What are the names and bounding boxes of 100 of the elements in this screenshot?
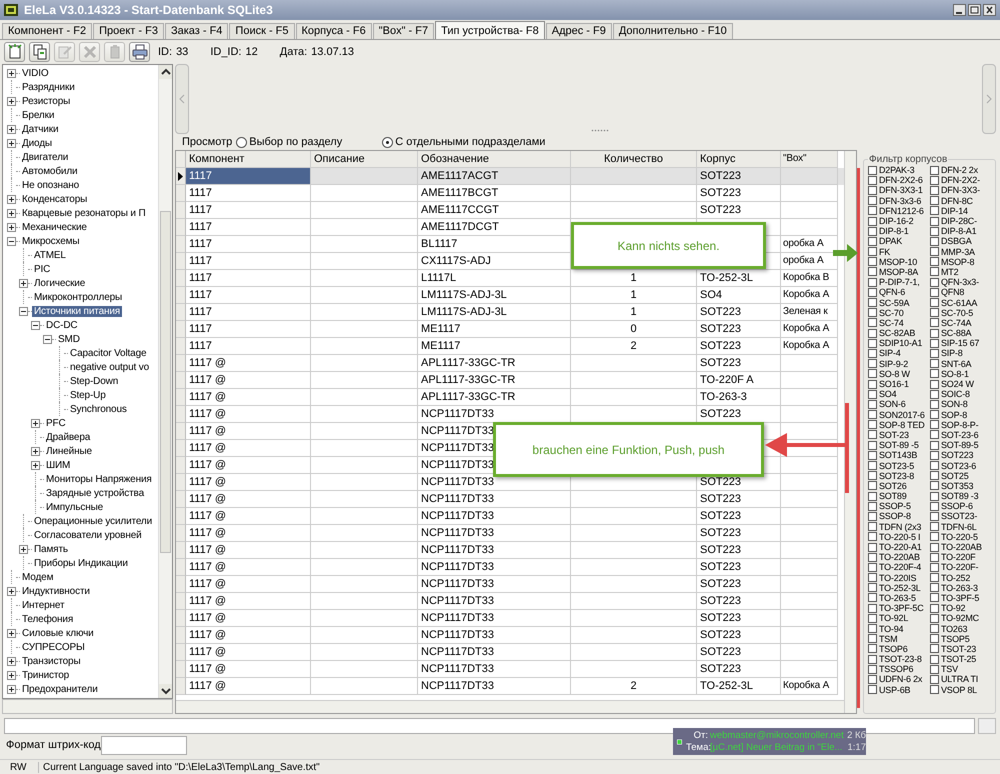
- tree-item[interactable]: DC-DC: [44, 320, 80, 330]
- checkbox[interactable]: [868, 502, 877, 511]
- filter-option[interactable]: DIP-16-2: [868, 216, 930, 226]
- tree-item[interactable]: Модем: [20, 572, 56, 582]
- filter-option[interactable]: SDIP10-A1: [868, 338, 930, 348]
- tree-item[interactable]: Резисторы: [20, 96, 72, 106]
- checkbox[interactable]: [930, 328, 939, 338]
- checkbox[interactable]: [930, 278, 939, 287]
- expand-icon[interactable]: [7, 628, 16, 638]
- expand-icon[interactable]: [7, 586, 16, 596]
- tree-item[interactable]: Транзисторы: [20, 656, 82, 666]
- filter-option[interactable]: QFN-3x3-: [930, 277, 992, 288]
- filter-option[interactable]: SON2017-6: [868, 410, 930, 420]
- tree-item[interactable]: Интернет: [20, 600, 66, 610]
- filter-option[interactable]: TO-92: [930, 603, 992, 614]
- checkbox[interactable]: [930, 400, 939, 409]
- tree-item[interactable]: SMD: [56, 334, 82, 344]
- checkbox[interactable]: [868, 166, 877, 175]
- grip-icon[interactable]: [591, 129, 609, 132]
- checkbox[interactable]: [868, 532, 877, 542]
- checkbox[interactable]: [930, 512, 939, 521]
- expand-icon[interactable]: [7, 222, 16, 232]
- checkbox[interactable]: [930, 624, 939, 634]
- checkbox[interactable]: [868, 380, 877, 389]
- radio-button[interactable]: [382, 136, 394, 148]
- toolbar-button[interactable]: [129, 42, 150, 62]
- checkbox[interactable]: [930, 573, 939, 582]
- checkbox[interactable]: [868, 196, 877, 206]
- checkbox[interactable]: [930, 664, 939, 674]
- checkbox[interactable]: [868, 654, 877, 664]
- tree-item[interactable]: PFC: [44, 418, 68, 428]
- filter-option[interactable]: SOP-8 TED: [868, 420, 930, 430]
- checkbox[interactable]: [930, 604, 939, 613]
- expand-icon[interactable]: [19, 544, 28, 554]
- checkbox[interactable]: [868, 562, 877, 572]
- checkbox[interactable]: [930, 166, 939, 175]
- checkbox[interactable]: [868, 614, 877, 623]
- checkbox[interactable]: [868, 644, 877, 654]
- tab[interactable]: Проект - F3: [93, 23, 164, 39]
- tree-item[interactable]: negative output vo: [68, 362, 152, 372]
- filter-option[interactable]: SOIC-8: [930, 389, 992, 400]
- filter-option[interactable]: SC-82AB: [868, 328, 930, 338]
- tree-item[interactable]: Линейные: [44, 446, 94, 456]
- filter-option[interactable]: TSOP6: [868, 644, 930, 654]
- tab[interactable]: "Box" - F7: [372, 23, 434, 39]
- filter-option[interactable]: DIP-8-1: [868, 226, 930, 236]
- checkbox[interactable]: [868, 400, 877, 409]
- checkbox[interactable]: [930, 236, 939, 246]
- checkbox[interactable]: [868, 634, 877, 644]
- filter-option[interactable]: UDFN-6 2x: [868, 674, 930, 685]
- filter-option[interactable]: QFN8: [930, 287, 992, 298]
- checkbox[interactable]: [868, 247, 877, 256]
- tree-item[interactable]: Автомобили: [20, 166, 80, 176]
- tab[interactable]: Поиск - F5: [229, 23, 295, 39]
- checkbox[interactable]: [868, 471, 877, 480]
- expand-icon[interactable]: [7, 96, 16, 106]
- checkbox[interactable]: [868, 492, 877, 501]
- checkbox[interactable]: [868, 522, 877, 532]
- filter-option[interactable]: MT2: [930, 266, 992, 278]
- tab[interactable]: Дополнительно - F10: [612, 23, 733, 39]
- checkbox[interactable]: [868, 583, 877, 592]
- tab[interactable]: Тип устройства- F8: [435, 21, 545, 39]
- checkbox[interactable]: [868, 430, 877, 440]
- filter-option[interactable]: SOT223: [930, 450, 992, 460]
- checkbox[interactable]: [930, 430, 939, 440]
- scrollbar[interactable]: [844, 151, 856, 713]
- expand-icon[interactable]: [7, 656, 16, 666]
- tree-item[interactable]: Логические: [32, 278, 88, 288]
- filter-option[interactable]: SSOP-6: [930, 501, 992, 512]
- filter-option[interactable]: SO-8-1: [930, 368, 992, 379]
- checkbox[interactable]: [930, 481, 939, 490]
- tree-item[interactable]: PIC: [32, 264, 52, 274]
- filter-option[interactable]: ULTRA TI: [930, 674, 992, 685]
- checkbox[interactable]: [868, 176, 877, 185]
- tree-item[interactable]: Тринистор: [20, 670, 72, 680]
- filter-option[interactable]: MSOP-8A: [868, 266, 930, 278]
- maximize-icon[interactable]: [968, 4, 981, 16]
- filter-option[interactable]: SC-59A: [868, 297, 930, 308]
- checkbox[interactable]: [930, 338, 939, 348]
- checkbox[interactable]: [930, 216, 939, 226]
- checkbox[interactable]: [930, 542, 939, 552]
- checkbox[interactable]: [930, 562, 939, 572]
- checkbox[interactable]: [930, 176, 939, 185]
- checkbox[interactable]: [930, 186, 939, 195]
- filter-option[interactable]: TSSOP6: [868, 664, 930, 674]
- tree-item[interactable]: Память: [32, 544, 70, 554]
- filter-option[interactable]: SO-8 W: [868, 368, 930, 379]
- filter-option[interactable]: SC-70: [868, 308, 930, 318]
- filter-option[interactable]: SOT353: [930, 480, 992, 491]
- tree-item[interactable]: Конденсаторы: [20, 194, 90, 204]
- checkbox[interactable]: [868, 685, 877, 694]
- tree-item[interactable]: Step-Up: [68, 390, 108, 400]
- checkbox[interactable]: [868, 624, 877, 634]
- checkbox[interactable]: [930, 614, 939, 623]
- filter-option[interactable]: DFN1212-6: [868, 206, 930, 216]
- filter-option[interactable]: SNT-6A: [930, 358, 992, 369]
- checkbox[interactable]: [868, 226, 877, 236]
- filter-option[interactable]: DIP-14: [930, 206, 992, 216]
- filter-option[interactable]: MSOP-10: [868, 256, 930, 267]
- tree-item[interactable]: Микросхемы: [20, 236, 82, 246]
